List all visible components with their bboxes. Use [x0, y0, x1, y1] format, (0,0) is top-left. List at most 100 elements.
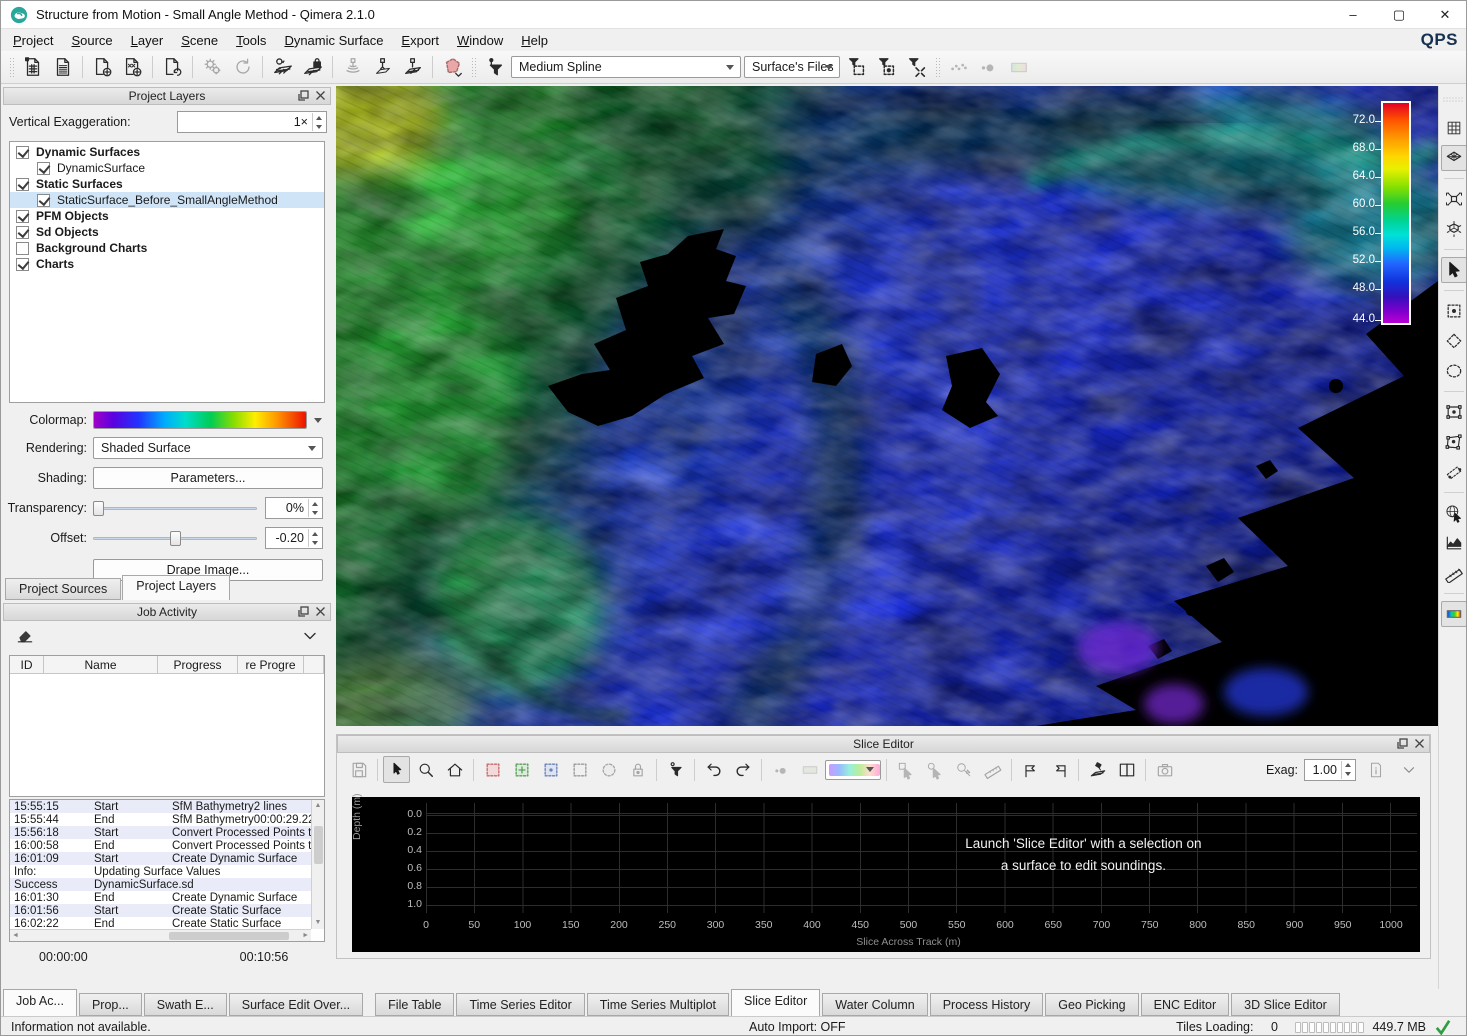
- flag-back-icon[interactable]: [1046, 756, 1073, 783]
- menu-dynamic-surface[interactable]: Dynamic Surface: [275, 30, 392, 51]
- select-cursor-icon[interactable]: [1441, 257, 1467, 283]
- horizontal-scrollbar[interactable]: ◄►: [10, 929, 311, 941]
- log-row[interactable]: 16:00:58EndConvert Processed Points t: [10, 839, 311, 852]
- vertical-exaggeration-spinbox[interactable]: 1×: [177, 111, 327, 133]
- offset-spinbox[interactable]: -0.20: [265, 527, 323, 549]
- column-name[interactable]: Name: [44, 656, 158, 673]
- select-line-icon[interactable]: [1441, 459, 1467, 485]
- bathymetry-view[interactable]: 72.0 68.0 64.0 60.0 56.0 52.0 48.0 44.0: [336, 86, 1438, 726]
- spin-up-button[interactable]: [1342, 761, 1354, 770]
- transparency-spinbox[interactable]: 0%: [265, 497, 323, 519]
- close-panel-icon[interactable]: [315, 90, 326, 101]
- accept-soundings-icon[interactable]: [508, 756, 535, 783]
- more-chevron-icon[interactable]: [1395, 756, 1422, 783]
- add-processed-points-icon[interactable]: [119, 54, 146, 81]
- sounding-surface-icon[interactable]: [399, 54, 426, 81]
- zoom-icon[interactable]: [412, 756, 439, 783]
- colormap-select[interactable]: [93, 411, 307, 429]
- tab-water-column[interactable]: Water Column: [822, 993, 927, 1016]
- surface-files-select[interactable]: Surface's Files: [744, 56, 840, 78]
- tree-item-background-charts[interactable]: Background Charts: [10, 240, 324, 256]
- slice-colormap-select[interactable]: [825, 760, 881, 780]
- spin-up-button[interactable]: [313, 113, 325, 122]
- tree-item-staticsurface-selected[interactable]: StaticSurface_Before_SmallAngleMethod: [10, 192, 324, 208]
- offset-slider[interactable]: [93, 529, 257, 547]
- column-progress[interactable]: Progress: [158, 656, 238, 673]
- tab-properties[interactable]: Prop...: [79, 993, 142, 1016]
- menu-project[interactable]: Project: [4, 30, 62, 51]
- log-row[interactable]: 16:01:30EndCreate Dynamic Surface: [10, 891, 311, 904]
- log-row[interactable]: 15:55:15StartSfM Bathymetry2 lines: [10, 800, 311, 813]
- tab-project-sources[interactable]: Project Sources: [5, 578, 121, 600]
- colorbar-toggle-icon[interactable]: [1441, 601, 1467, 627]
- slider-handle[interactable]: [93, 501, 104, 516]
- tree-item-charts[interactable]: Charts: [10, 256, 324, 272]
- spin-down-button[interactable]: [309, 508, 321, 517]
- spline-filter-select[interactable]: Medium Spline: [511, 56, 741, 78]
- surface-2d-view-icon[interactable]: [1441, 145, 1467, 171]
- undo-icon[interactable]: [700, 756, 727, 783]
- spin-down-button[interactable]: [309, 538, 321, 547]
- edit-polygon-icon[interactable]: [1441, 429, 1467, 455]
- job-log-list[interactable]: 15:55:15StartSfM Bathymetry2 lines 15:55…: [9, 799, 325, 942]
- tab-job-activity[interactable]: Job Ac...: [3, 989, 77, 1016]
- close-panel-icon[interactable]: [315, 606, 326, 617]
- tree-item-sd-objects[interactable]: Sd Objects: [10, 224, 324, 240]
- add-raw-sonar-files-icon[interactable]: [89, 54, 116, 81]
- menu-scene[interactable]: Scene: [172, 30, 227, 51]
- scrollbar-thumb[interactable]: [169, 932, 289, 940]
- spin-down-button[interactable]: [313, 122, 325, 131]
- filter-point-icon[interactable]: [662, 756, 689, 783]
- deselect-rectangle-icon[interactable]: [566, 756, 593, 783]
- checkbox-checked[interactable]: [37, 194, 50, 207]
- filter-cursor-icon[interactable]: [481, 54, 508, 81]
- log-row[interactable]: 15:56:18StartConvert Processed Points t: [10, 826, 311, 839]
- rendering-select[interactable]: Shaded Surface: [93, 437, 323, 459]
- log-row[interactable]: Info:Updating Surface Values: [10, 865, 311, 878]
- checkbox-checked[interactable]: [16, 210, 29, 223]
- spin-up-button[interactable]: [309, 529, 321, 538]
- geo-picking-icon[interactable]: [1441, 500, 1467, 526]
- float-panel-icon[interactable]: [298, 90, 309, 101]
- slice-cursor-icon[interactable]: [383, 756, 410, 783]
- zoom-3d-box-icon[interactable]: [1441, 216, 1467, 242]
- float-panel-icon[interactable]: [298, 606, 309, 617]
- menu-help[interactable]: Help: [512, 30, 557, 51]
- checkbox-unchecked[interactable]: [16, 242, 29, 255]
- float-panel-icon[interactable]: [1397, 738, 1408, 749]
- new-project-icon[interactable]: [19, 54, 46, 81]
- filter-dot-rectangle-icon[interactable]: [873, 54, 900, 81]
- exag-spinbox[interactable]: 1.00: [1304, 759, 1356, 781]
- spin-down-button[interactable]: [1342, 770, 1354, 779]
- grid-view-icon[interactable]: [1441, 115, 1467, 141]
- column-core-progress[interactable]: re Progre: [238, 656, 304, 673]
- close-panel-icon[interactable]: [1414, 738, 1425, 749]
- vertical-scrollbar[interactable]: ▲▼: [311, 800, 324, 929]
- sounding-select-icon[interactable]: [369, 54, 396, 81]
- select-soundings-icon[interactable]: [537, 756, 564, 783]
- checkbox-checked[interactable]: [16, 226, 29, 239]
- tab-time-series-editor[interactable]: Time Series Editor: [456, 993, 584, 1016]
- profile-chart-icon[interactable]: [1441, 530, 1467, 556]
- checkbox-checked[interactable]: [16, 178, 29, 191]
- maximize-button[interactable]: ▢: [1376, 1, 1422, 29]
- tab-file-table[interactable]: File Table: [375, 993, 454, 1016]
- tab-enc-editor[interactable]: ENC Editor: [1141, 993, 1230, 1016]
- scrollbar-thumb[interactable]: [314, 826, 323, 864]
- dynamic-surface-icon[interactable]: [269, 54, 296, 81]
- clear-jobs-eraser-icon[interactable]: [11, 623, 38, 650]
- lock-surface-icon[interactable]: [299, 54, 326, 81]
- shading-parameters-button[interactable]: Parameters...: [93, 467, 323, 489]
- select-polygon-icon[interactable]: [1441, 328, 1467, 354]
- log-row[interactable]: 16:01:56StartCreate Static Surface: [10, 904, 311, 917]
- home-view-icon[interactable]: [441, 756, 468, 783]
- menu-export[interactable]: Export: [392, 30, 448, 51]
- log-row[interactable]: 15:55:44EndSfM Bathymetry00:00:29.22: [10, 813, 311, 826]
- tab-project-layers[interactable]: Project Layers: [122, 575, 230, 600]
- tree-item-pfm-objects[interactable]: PFM Objects: [10, 208, 324, 224]
- zoom-extents-icon[interactable]: [1441, 186, 1467, 212]
- tab-time-series-multiplot[interactable]: Time Series Multiplot: [587, 993, 729, 1016]
- menu-tools[interactable]: Tools: [227, 30, 275, 51]
- tree-item-dynamicsurface[interactable]: DynamicSurface: [10, 160, 324, 176]
- tab-surface-edit-overview[interactable]: Surface Edit Over...: [229, 993, 363, 1016]
